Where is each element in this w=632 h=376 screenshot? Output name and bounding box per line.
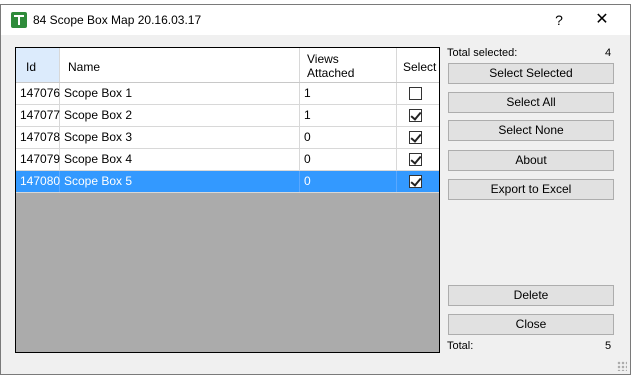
total-value: 5 bbox=[605, 340, 612, 352]
row-views: 1 bbox=[300, 83, 397, 104]
total-selected-label: Total selected: bbox=[447, 47, 518, 59]
table-row[interactable]: 147078 Scope Box 3 0 bbox=[16, 127, 439, 149]
title-bar: 84 Scope Box Map 20.16.03.17 ? ✕ bbox=[1, 5, 630, 35]
column-header-select[interactable]: Select bbox=[397, 48, 439, 82]
column-header-id[interactable]: Id bbox=[16, 48, 60, 82]
row-id: 147079 bbox=[16, 149, 60, 170]
row-select-cell bbox=[397, 171, 439, 192]
delete-button[interactable]: Delete bbox=[448, 285, 614, 306]
table-row[interactable]: 147077 Scope Box 2 1 bbox=[16, 105, 439, 127]
row-select-cell bbox=[397, 127, 439, 148]
total-selected-value: 4 bbox=[605, 47, 612, 59]
row-views: 0 bbox=[300, 149, 397, 170]
select-checkbox[interactable] bbox=[409, 131, 422, 144]
about-button[interactable]: About bbox=[448, 150, 614, 171]
close-button[interactable]: Close bbox=[448, 314, 614, 335]
scope-box-grid[interactable]: Id Name Views Attached Select 147076 Sco… bbox=[15, 47, 440, 353]
column-header-views-label: Views Attached bbox=[307, 52, 355, 80]
select-checkbox[interactable] bbox=[409, 175, 422, 188]
row-name: Scope Box 4 bbox=[60, 149, 300, 170]
row-views: 1 bbox=[300, 105, 397, 126]
column-header-id-label: Id bbox=[26, 60, 37, 74]
close-window-button[interactable]: ✕ bbox=[591, 10, 613, 30]
row-name: Scope Box 3 bbox=[60, 127, 300, 148]
select-selected-button[interactable]: Select Selected bbox=[448, 63, 614, 84]
window-title: 84 Scope Box Map 20.16.03.17 bbox=[33, 13, 202, 27]
table-row[interactable]: 147076 Scope Box 1 1 bbox=[16, 83, 439, 105]
row-name: Scope Box 1 bbox=[60, 83, 300, 104]
column-header-name-label: Name bbox=[68, 60, 101, 74]
table-row[interactable]: 147079 Scope Box 4 0 bbox=[16, 149, 439, 171]
column-header-name[interactable]: Name bbox=[60, 48, 300, 82]
grid-header: Id Name Views Attached Select bbox=[16, 48, 439, 83]
row-select-cell bbox=[397, 105, 439, 126]
help-button[interactable]: ? bbox=[549, 10, 569, 30]
export-to-excel-button[interactable]: Export to Excel bbox=[448, 179, 614, 200]
resize-grip-icon[interactable] bbox=[617, 361, 627, 371]
column-header-select-label: Select bbox=[403, 60, 437, 74]
row-select-cell bbox=[397, 149, 439, 170]
app-icon bbox=[11, 12, 27, 28]
row-id: 147078 bbox=[16, 127, 60, 148]
row-id: 147076 bbox=[16, 83, 60, 104]
select-checkbox[interactable] bbox=[409, 87, 422, 100]
total-label: Total: bbox=[447, 340, 474, 352]
row-name: Scope Box 2 bbox=[60, 105, 300, 126]
row-id: 147080 bbox=[16, 171, 60, 192]
column-header-views-attached[interactable]: Views Attached bbox=[300, 48, 397, 82]
row-id: 147077 bbox=[16, 105, 60, 126]
select-checkbox[interactable] bbox=[409, 153, 422, 166]
row-name: Scope Box 5 bbox=[60, 171, 300, 192]
select-none-button[interactable]: Select None bbox=[448, 120, 614, 141]
row-views: 0 bbox=[300, 171, 397, 192]
row-select-cell bbox=[397, 83, 439, 104]
select-checkbox[interactable] bbox=[409, 109, 422, 122]
table-row-selected[interactable]: 147080 Scope Box 5 0 bbox=[16, 171, 439, 193]
row-views: 0 bbox=[300, 127, 397, 148]
scope-box-map-window: 84 Scope Box Map 20.16.03.17 ? ✕ Id Name… bbox=[0, 4, 631, 375]
select-all-button[interactable]: Select All bbox=[448, 92, 614, 113]
